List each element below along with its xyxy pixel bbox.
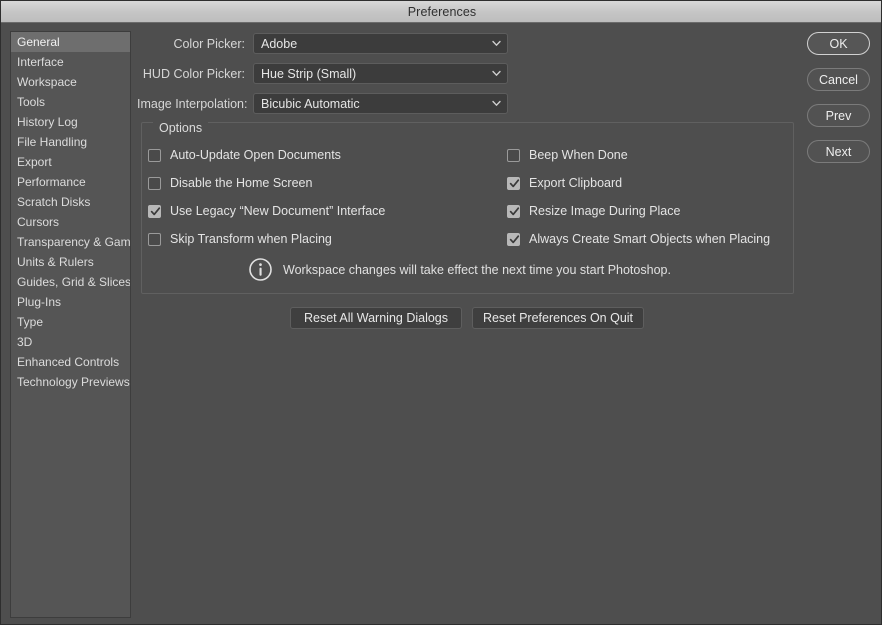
preferences-dialog: Preferences General Interface Workspace Too… xyxy=(0,0,882,625)
sidebar-item-label: Technology Previews xyxy=(17,375,130,389)
options-group-label: Options xyxy=(153,121,209,135)
workspace-info-note: Workspace changes will take effect the n… xyxy=(248,257,671,282)
sidebar-item-type[interactable]: Type xyxy=(11,312,130,332)
select-hud-color-picker[interactable]: Hue Strip (Small) xyxy=(253,63,508,84)
sidebar-item-3d[interactable]: 3D xyxy=(11,332,130,352)
field-label: Image Interpolation: xyxy=(137,96,248,111)
chevron-down-icon xyxy=(492,99,501,107)
sidebar-item-label: Performance xyxy=(17,175,86,189)
info-circle-icon xyxy=(248,257,273,282)
sidebar-item-performance[interactable]: Performance xyxy=(11,172,130,192)
sidebar-item-technology-previews[interactable]: Technology Previews xyxy=(11,372,130,392)
sidebar-item-interface[interactable]: Interface xyxy=(11,52,130,72)
sidebar-item-tools[interactable]: Tools xyxy=(11,92,130,112)
sidebar-item-label: Scratch Disks xyxy=(17,195,91,209)
checkbox-row-beep-when-done[interactable]: Beep When Done xyxy=(507,147,628,163)
reset-all-warning-dialogs-button[interactable]: Reset All Warning Dialogs xyxy=(290,307,462,329)
checkbox-row-always-create-smart-objects-when-placing[interactable]: Always Create Smart Objects when Placing xyxy=(507,231,770,247)
checkbox-unchecked-icon[interactable] xyxy=(507,148,520,162)
select-value: Adobe xyxy=(261,36,298,51)
checkbox-unchecked-icon[interactable] xyxy=(148,232,161,246)
checkbox-checked-icon[interactable] xyxy=(148,204,161,218)
sidebar-item-label: General xyxy=(17,35,60,49)
sidebar-item-label: Enhanced Controls xyxy=(17,355,120,369)
sidebar-item-scratch-disks[interactable]: Scratch Disks xyxy=(11,192,130,212)
checkbox-unchecked-icon[interactable] xyxy=(148,176,161,190)
checkbox-unchecked-icon[interactable] xyxy=(148,148,161,162)
select-image-interpolation[interactable]: Bicubic Automatic xyxy=(253,93,508,114)
checkbox-row-export-clipboard[interactable]: Export Clipboard xyxy=(507,175,622,191)
field-row: Image Interpolation: Bicubic Automatic xyxy=(137,93,508,114)
checkbox-row-auto-update-open-documents[interactable]: Auto-Update Open Documents xyxy=(148,147,341,163)
sidebar-item-label: Guides, Grid & Slices xyxy=(17,275,131,289)
ok-button[interactable]: OK xyxy=(807,32,870,55)
sidebar-item-label: 3D xyxy=(17,335,33,349)
checkbox-row-disable-the-home-screen[interactable]: Disable the Home Screen xyxy=(148,175,312,191)
sidebar-item-file-handling[interactable]: File Handling xyxy=(11,132,130,152)
sidebar-item-label: History Log xyxy=(17,115,78,129)
field-row: HUD Color Picker: Hue Strip (Small) xyxy=(137,63,508,84)
field-label: Color Picker: xyxy=(173,36,245,51)
sidebar-item-label: Interface xyxy=(17,55,64,69)
select-value: Bicubic Automatic xyxy=(261,96,360,111)
checkbox-label: Export Clipboard xyxy=(529,176,623,190)
preferences-category-list[interactable]: General Interface Workspace Tools History Lo… xyxy=(10,31,131,618)
sidebar-item-label: Tools xyxy=(17,95,46,109)
sidebar-item-label: Export xyxy=(17,155,52,169)
sidebar-item-enhanced-controls[interactable]: Enhanced Controls xyxy=(11,352,130,372)
sidebar-item-label: Type xyxy=(17,315,44,329)
chevron-down-icon xyxy=(492,39,501,47)
sidebar-item-export[interactable]: Export xyxy=(11,152,130,172)
next-button[interactable]: Next xyxy=(807,140,870,163)
sidebar-item-transparency-gamut[interactable]: Transparency & Gamut xyxy=(11,232,130,252)
checkbox-checked-icon[interactable] xyxy=(507,204,520,218)
checkbox-checked-icon[interactable] xyxy=(507,176,520,190)
sidebar-item-label: Plug-Ins xyxy=(17,295,62,309)
checkbox-label: Skip Transform when Placing xyxy=(170,232,332,246)
prev-button[interactable]: Prev xyxy=(807,104,870,127)
checkbox-label: Use Legacy “New Document” Interface xyxy=(170,204,386,218)
checkbox-label: Disable the Home Screen xyxy=(170,176,313,190)
sidebar-item-history-log[interactable]: History Log xyxy=(11,112,130,132)
checkbox-row-resize-image-during-place[interactable]: Resize Image During Place xyxy=(507,203,680,219)
checkbox-label: Auto-Update Open Documents xyxy=(170,148,341,162)
sidebar-item-label: Cursors xyxy=(17,215,60,229)
sidebar-item-general[interactable]: General xyxy=(11,32,130,52)
checkbox-row-skip-transform-when-placing[interactable]: Skip Transform when Placing xyxy=(148,231,332,247)
sidebar-item-workspace[interactable]: Workspace xyxy=(11,72,130,92)
sidebar-item-guides-grid-slices[interactable]: Guides, Grid & Slices xyxy=(11,272,130,292)
window-titlebar: Preferences xyxy=(1,1,881,23)
sidebar-item-cursors[interactable]: Cursors xyxy=(11,212,130,232)
sidebar-item-label: Transparency & Gamut xyxy=(17,235,131,249)
select-value: Hue Strip (Small) xyxy=(261,66,357,81)
checkbox-label: Beep When Done xyxy=(529,148,628,162)
sidebar-item-label: Units & Rulers xyxy=(17,255,94,269)
sidebar-item-label: Workspace xyxy=(17,75,77,89)
checkbox-label: Always Create Smart Objects when Placing xyxy=(529,232,771,246)
select-color-picker[interactable]: Adobe xyxy=(253,33,508,54)
sidebar-item-plug-ins[interactable]: Plug-Ins xyxy=(11,292,130,312)
sidebar-item-units-rulers[interactable]: Units & Rulers xyxy=(11,252,130,272)
reset-preferences-on-quit-button[interactable]: Reset Preferences On Quit xyxy=(472,307,644,329)
field-label: HUD Color Picker: xyxy=(142,66,245,81)
window-title: Preferences xyxy=(407,4,477,19)
cancel-button[interactable]: Cancel xyxy=(807,68,870,91)
checkbox-row-use-legacy-new-document-interface[interactable]: Use Legacy “New Document” Interface xyxy=(148,203,385,219)
info-note-text: Workspace changes will take effect the n… xyxy=(283,262,671,277)
field-row: Color Picker: Adobe xyxy=(137,33,508,54)
checkbox-checked-icon[interactable] xyxy=(507,232,520,246)
chevron-down-icon xyxy=(492,69,501,77)
checkbox-label: Resize Image During Place xyxy=(529,204,681,218)
sidebar-item-label: File Handling xyxy=(17,135,88,149)
